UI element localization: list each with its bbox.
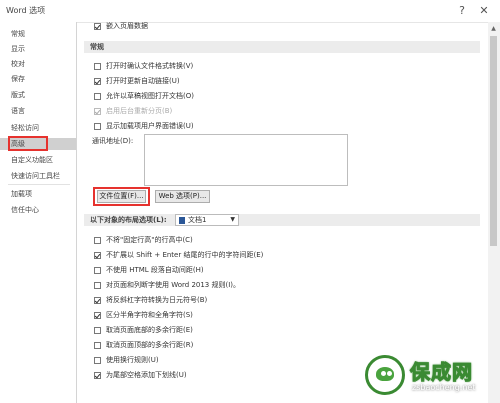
section-header-layout: 以下对象的布局选项(L): [84, 214, 480, 226]
checkbox[interactable] [94, 77, 101, 85]
window-title: Word 选项 [6, 6, 46, 15]
chevron-down-icon: ▼ [230, 216, 235, 223]
document-select[interactable]: 文档1 ▼ [175, 214, 239, 226]
web-options-button[interactable]: Web 选项(P)... [155, 190, 210, 203]
checkbox[interactable] [94, 311, 101, 319]
help-button[interactable]: ? [454, 3, 470, 19]
sidebar-item-general[interactable]: 常规 [0, 28, 76, 40]
watermark-url: zsbaocheng.net [412, 383, 476, 392]
mailing-address-label: 通讯地址(D): [92, 137, 134, 145]
sidebar-item-accessibility[interactable]: 轻松访问 [0, 122, 76, 134]
option-open-draft-view[interactable]: 允许以草稿视图打开文档(O) [94, 90, 194, 102]
layout-option[interactable]: 取消页面顶部的多余行距(R) [94, 339, 193, 351]
advanced-highlight-box [8, 136, 48, 151]
options-content: 嵌入页眉数据 常规 打开时确认文件格式转换(V) 打开时更新自动链接(U) 允许… [78, 22, 488, 403]
checkbox[interactable] [94, 122, 101, 130]
checkbox[interactable] [94, 236, 101, 244]
scroll-thumb[interactable] [490, 36, 497, 246]
mailing-address-field[interactable] [144, 134, 348, 186]
checkbox[interactable] [94, 62, 101, 70]
watermark-brand: 保成网 [410, 360, 473, 385]
layout-option[interactable]: 区分半角字符和全角字符(S) [94, 309, 193, 321]
sidebar-item-language[interactable]: 语言 [0, 105, 76, 117]
option-confirm-format-conversion[interactable]: 打开时确认文件格式转换(V) [94, 60, 193, 72]
sidebar-item-quick-access-toolbar[interactable]: 快速访问工具栏 [0, 170, 76, 182]
sidebar-item-proofing[interactable]: 校对 [0, 58, 76, 70]
sidebar-item-customize-ribbon[interactable]: 自定义功能区 [0, 154, 76, 166]
vertical-scrollbar[interactable]: ▲ [488, 22, 500, 403]
checkbox[interactable] [94, 92, 101, 100]
sidebar-item-trust-center[interactable]: 信任中心 [0, 204, 76, 216]
sidebar-item-save[interactable]: 保存 [0, 73, 76, 85]
checkbox[interactable] [94, 281, 101, 289]
sidebar-item-add-ins[interactable]: 加载项 [0, 188, 76, 200]
checkbox[interactable] [94, 296, 101, 304]
layout-option[interactable]: 使用换行规则(U) [94, 354, 159, 366]
checkbox[interactable] [94, 326, 101, 334]
close-icon[interactable]: ✕ [476, 3, 492, 19]
checkbox[interactable] [94, 371, 101, 379]
section-header-general: 常规 [84, 41, 480, 53]
layout-option[interactable]: 对页面和列断字使用 Word 2013 规则(I)。 [94, 279, 240, 291]
sidebar: 常规 显示 校对 保存 版式 语言 轻松访问 高级 自定义功能区 快速访问工具栏… [0, 22, 77, 403]
layout-option[interactable]: 为尾部空格添加下划线(U) [94, 369, 187, 381]
sidebar-divider [8, 184, 70, 185]
layout-option[interactable]: 不使用 HTML 段落自动间距(H) [94, 264, 204, 276]
checkbox[interactable] [94, 22, 101, 30]
sidebar-item-layout[interactable]: 版式 [0, 89, 76, 101]
checkbox [94, 107, 101, 115]
layout-option[interactable]: 将反斜杠字符转换为日元符号(B) [94, 294, 207, 306]
scroll-up-icon[interactable]: ▲ [490, 25, 497, 33]
option-background-repagination: 启用后台重新分页(B) [94, 105, 172, 117]
document-icon [179, 216, 185, 224]
file-locations-highlight-box [93, 187, 150, 206]
layout-option[interactable]: 取消页面底部的多余行距(E) [94, 324, 193, 336]
checkbox[interactable] [94, 266, 101, 274]
option-show-addin-errors[interactable]: 显示加载项用户界面错误(U) [94, 120, 194, 132]
watermark-logo: 保成网 zsbaocheng.net [360, 352, 500, 403]
title-bar: Word 选项 ? ✕ [0, 0, 500, 23]
checkbox[interactable] [94, 251, 101, 259]
checkbox[interactable] [94, 356, 101, 364]
watermark-icon [365, 355, 405, 395]
layout-option[interactable]: 不将"固定行高"的行高中(C) [94, 234, 193, 246]
checkbox[interactable] [94, 341, 101, 349]
sidebar-item-display[interactable]: 显示 [0, 43, 76, 55]
option-embed-header-data[interactable]: 嵌入页眉数据 [94, 20, 148, 32]
option-update-links[interactable]: 打开时更新自动链接(U) [94, 75, 180, 87]
layout-option[interactable]: 不扩展以 Shift + Enter 结尾的行中的字符间距(E) [94, 249, 263, 261]
